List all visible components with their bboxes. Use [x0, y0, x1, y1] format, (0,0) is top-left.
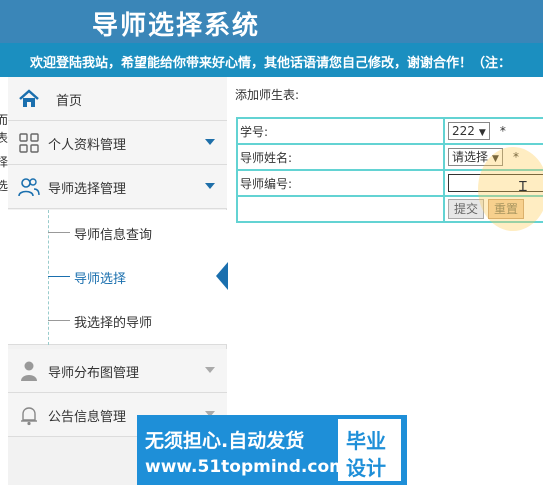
grid-icon — [19, 133, 39, 153]
sidebar-item-label: 首页 — [56, 94, 83, 109]
text-cursor-icon: Ɪ — [519, 179, 527, 195]
banner-url: www.51topmind.com — [145, 457, 347, 477]
student-id-label: 学号: — [236, 117, 445, 145]
table-row: 学号: 222 ▼ * — [236, 117, 543, 145]
app-header: 导师选择系统 — [0, 0, 543, 43]
edge-fragment: 表 — [0, 131, 8, 145]
banner-badge-line1: 毕业 — [346, 429, 386, 453]
tutor-id-label: 导师编号: — [236, 169, 445, 197]
chevron-down-icon: ▼ — [478, 128, 486, 138]
bell-icon — [21, 407, 37, 426]
user-icon — [21, 361, 37, 381]
cursor-highlight — [478, 147, 543, 231]
student-id-select[interactable]: 222 ▼ — [448, 122, 490, 140]
chevron-down-icon — [205, 183, 215, 189]
sidebar-group-profile[interactable]: 个人资料管理 — [8, 121, 227, 165]
sidebar-item-label: 导师分布图管理 — [48, 366, 140, 381]
submenu-item-tutor-query[interactable]: 导师信息查询 — [48, 210, 227, 254]
chevron-down-icon — [205, 139, 215, 145]
sidebar-item-home[interactable]: 首页 — [8, 77, 227, 121]
banner-badge: 毕业 设计 — [338, 419, 401, 481]
marquee-text: 欢迎登陆我站，希望能给你带来好心情，其他话语请您自己修改，谢谢合作！（注： — [30, 56, 512, 71]
required-mark: * — [499, 124, 506, 138]
submenu-tutor-selection: 导师信息查询 导师选择 我选择的导师 — [8, 210, 228, 345]
tutor-name-label: 导师姓名: — [236, 143, 445, 171]
edge-fragment: 选 — [0, 179, 8, 193]
home-icon — [19, 89, 39, 107]
submenu-item-tutor-select[interactable]: 导师选择 — [48, 254, 228, 298]
welcome-marquee: 欢迎登陆我站，希望能给你带来好心情，其他话语请您自己修改，谢谢合作！（注： — [0, 43, 543, 77]
submenu-item-label: 导师信息查询 — [74, 228, 153, 243]
users-icon — [18, 178, 40, 197]
sidebar-group-tutor-selection[interactable]: 导师选择管理 — [8, 165, 227, 209]
page-title: 添加师生表: — [235, 88, 300, 102]
banner-badge-line2: 设计 — [346, 456, 386, 480]
edge-fragment: 而 — [0, 113, 8, 127]
submenu-item-label: 我选择的导师 — [74, 316, 153, 331]
banner-slogan: 无须担心.自动发货 — [145, 430, 305, 452]
left-edge-strip: 而 表 择 选 — [0, 77, 8, 485]
app-title: 导师选择系统 — [92, 11, 261, 41]
edge-fragment: 择 — [0, 155, 8, 169]
sidebar-group-distribution[interactable]: 导师分布图管理 — [8, 349, 227, 393]
submenu-item-label: 导师选择 — [74, 272, 127, 287]
active-indicator — [216, 262, 228, 290]
sidebar-item-label: 个人资料管理 — [48, 138, 127, 153]
chevron-down-icon — [205, 367, 215, 373]
watermark-banner: 无须担心.自动发货 www.51topmind.com 毕业 设计 — [137, 415, 407, 485]
submenu-item-my-tutor[interactable]: 我选择的导师 — [48, 298, 227, 342]
submit-button[interactable]: 提交 — [448, 199, 485, 219]
sidebar-item-label: 导师选择管理 — [48, 182, 127, 197]
student-id-cell: 222 ▼ * — [443, 117, 543, 145]
sidebar-item-label: 公告信息管理 — [48, 410, 127, 425]
